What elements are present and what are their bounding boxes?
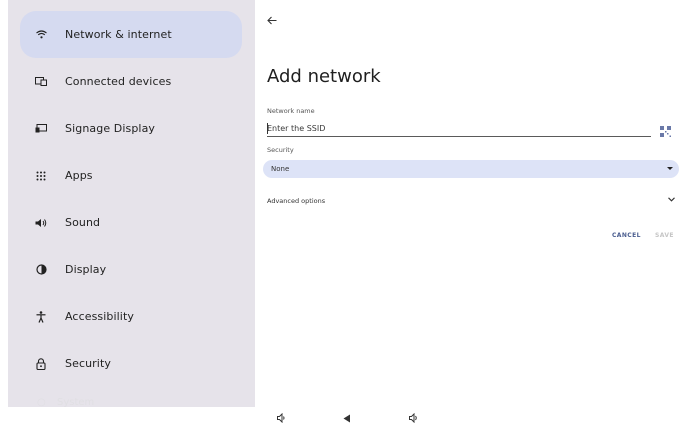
volume-up-icon[interactable] [408,412,420,424]
apps-grid-icon [34,169,48,183]
settings-sidebar: Network & internet Connected devices Sig… [8,0,255,407]
back-triangle-icon[interactable] [341,412,353,424]
advanced-options-label: Advanced options [267,197,326,205]
sidebar-item-sound[interactable]: Sound [20,199,242,246]
network-name-label: Network name [267,107,315,115]
security-selected-value: None [271,165,290,173]
connected-devices-icon [34,75,48,89]
security-label: Security [267,146,294,154]
page-title: Add network [267,66,381,87]
brightness-icon [34,263,48,277]
text-cursor [267,123,268,134]
display-icon [34,122,48,136]
dropdown-arrow-icon [667,167,673,170]
lock-icon [34,357,48,371]
wifi-icon [34,28,48,42]
chevron-down-icon [668,195,675,204]
sidebar-item-label: Connected devices [65,75,172,88]
qr-scan-icon[interactable] [660,122,672,137]
ssid-input[interactable] [267,120,651,137]
sidebar-item-label: Display [65,263,107,276]
sidebar-item-connected-devices[interactable]: Connected devices [20,58,242,105]
sidebar-item-label: Security [65,357,111,370]
speaker-icon [34,216,48,230]
sidebar-item-label: Network & internet [65,28,172,41]
sidebar-item-signage-display[interactable]: Signage Display [20,105,242,152]
sidebar-item-display[interactable]: Display [20,246,242,293]
sidebar-item-network-internet[interactable]: Network & internet [20,11,242,58]
advanced-options-toggle[interactable]: Advanced options [267,193,677,209]
add-network-panel: Add network Network name Security None A… [255,0,683,407]
security-dropdown[interactable]: None [263,160,679,178]
back-arrow-icon[interactable] [267,14,283,30]
sidebar-item-label: Sound [65,216,101,229]
sidebar-item-security[interactable]: Security [20,340,242,387]
sidebar-item-accessibility[interactable]: Accessibility [20,293,242,340]
volume-down-icon[interactable] [275,412,287,424]
sidebar-item-label: Accessibility [65,310,134,323]
sidebar-item-label: Signage Display [65,122,156,135]
sidebar-item-apps[interactable]: Apps [20,152,242,199]
cancel-button[interactable]: CANCEL [612,232,641,239]
accessibility-icon [34,310,48,324]
sidebar-item-label: Apps [65,169,93,182]
save-button[interactable]: SAVE [655,232,674,239]
